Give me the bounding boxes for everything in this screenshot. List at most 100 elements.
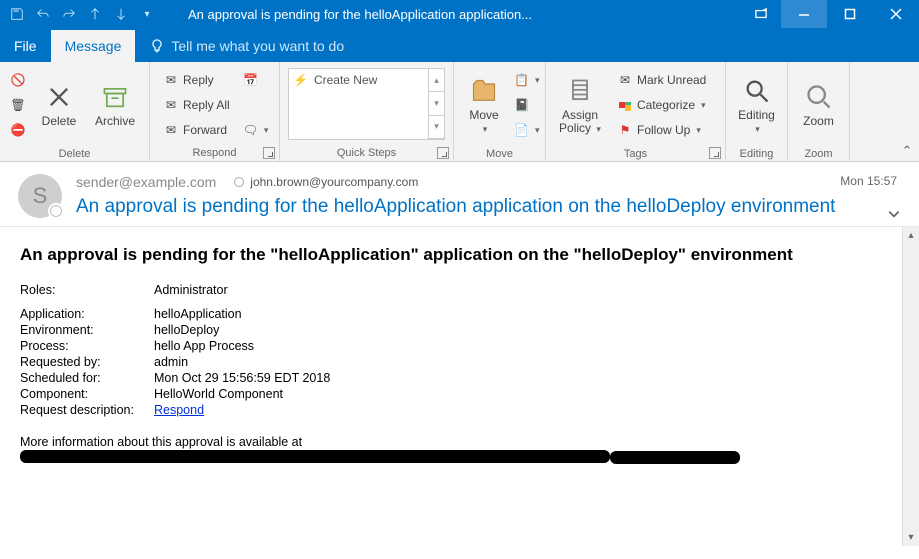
ribbon-group-move: Move▾ 📋▾ 📓 📄▾ Move — [454, 62, 546, 161]
req-value: admin — [154, 355, 188, 369]
next-icon[interactable] — [110, 3, 132, 25]
junk-button[interactable]: 🗑 — [6, 93, 30, 117]
categorize-icon — [617, 97, 633, 113]
block-button[interactable]: ⛔ — [6, 118, 30, 142]
redo-icon[interactable] — [58, 3, 80, 25]
reply-all-button[interactable]: ✉Reply All — [156, 93, 237, 117]
redacted-text — [610, 451, 740, 464]
scroll-up-icon[interactable]: ▴ — [903, 227, 919, 244]
ignore-icon: 🚫 — [10, 72, 26, 88]
gallery-down-icon[interactable]: ▾ — [429, 92, 444, 115]
tell-me-placeholder: Tell me what you want to do — [171, 38, 344, 54]
respond-launcher[interactable] — [263, 147, 275, 159]
lightbulb-icon — [149, 38, 165, 54]
archive-icon — [99, 81, 131, 113]
actions-icon: 📄 — [514, 122, 529, 138]
rules-icon: 📋 — [514, 72, 529, 88]
presence-icon — [234, 177, 244, 187]
gallery-up-icon[interactable]: ▴ — [429, 69, 444, 92]
message-subject: An approval is pending for the helloAppl… — [76, 196, 901, 218]
from-address: sender@example.com — [76, 174, 216, 190]
undo-icon[interactable] — [32, 3, 54, 25]
ignore-button[interactable]: 🚫 — [6, 68, 30, 92]
quick-steps-launcher[interactable] — [437, 147, 449, 159]
onenote-button[interactable]: 📓 — [510, 93, 538, 117]
junk-icon: 🗑 — [10, 97, 26, 113]
sender-avatar: S — [18, 174, 62, 218]
group-label-editing: Editing — [730, 146, 783, 162]
previous-icon[interactable] — [84, 3, 106, 25]
forward-icon: ✉ — [163, 122, 179, 138]
env-value: helloDeploy — [154, 323, 219, 337]
tags-launcher[interactable] — [709, 147, 721, 159]
req-label: Requested by: — [20, 355, 154, 369]
env-label: Environment: — [20, 323, 154, 337]
reply-button[interactable]: ✉Reply — [156, 68, 237, 92]
redacted-text — [20, 450, 610, 463]
group-label-move: Move — [458, 146, 541, 162]
to-recipient[interactable]: john.brown@yourcompany.com — [234, 175, 418, 189]
comp-label: Component: — [20, 387, 154, 401]
scroll-track[interactable] — [903, 244, 919, 529]
actions-button[interactable]: 📄▾ — [510, 118, 538, 142]
categorize-button[interactable]: Categorize▾ — [610, 93, 713, 117]
meeting-icon: 📅 — [243, 72, 259, 88]
forward-button[interactable]: ✉Forward — [156, 118, 237, 142]
title-bar: ▾ An approval is pending for the helloAp… — [0, 0, 919, 28]
ribbon-display-icon[interactable] — [741, 0, 781, 28]
delete-icon — [43, 81, 75, 113]
editing-button[interactable]: Editing▾ — [732, 66, 781, 144]
proc-label: Process: — [20, 339, 154, 353]
vertical-scrollbar[interactable]: ▴ ▾ — [902, 227, 919, 546]
assign-policy-icon — [564, 75, 596, 107]
collapse-ribbon-icon[interactable]: ⌃ — [899, 143, 915, 159]
app-value: helloApplication — [154, 307, 242, 321]
tab-message[interactable]: Message — [51, 30, 136, 62]
group-label-respond: Respond — [154, 145, 275, 161]
roles-label: Roles: — [20, 283, 154, 297]
minimize-button[interactable] — [781, 0, 827, 28]
lightning-icon: ⚡ — [293, 73, 308, 87]
group-label-delete: Delete — [4, 146, 145, 162]
mark-unread-icon: ✉ — [617, 72, 633, 88]
ribbon: 🚫 🗑 ⛔ Delete Archive Delete ✉Reply ✉Repl… — [0, 62, 919, 162]
close-button[interactable] — [873, 0, 919, 28]
window-controls — [741, 0, 919, 28]
roles-value: Administrator — [154, 283, 228, 297]
qat-customize-icon[interactable]: ▾ — [136, 3, 158, 25]
save-icon[interactable] — [6, 3, 28, 25]
scroll-down-icon[interactable]: ▾ — [903, 529, 919, 546]
expand-header-icon[interactable] — [887, 207, 901, 224]
message-body: An approval is pending for the "helloApp… — [0, 227, 902, 546]
block-icon: ⛔ — [10, 122, 26, 138]
message-date: Mon 15:57 — [840, 174, 897, 188]
mark-unread-button[interactable]: ✉Mark Unread — [610, 68, 713, 92]
move-button[interactable]: Move▾ — [460, 66, 508, 144]
ribbon-group-quick-steps: ⚡Create New ▴ ▾ ▾ Quick Steps — [280, 62, 454, 161]
delete-button[interactable]: Delete — [32, 66, 86, 144]
group-label-zoom: Zoom — [792, 146, 845, 162]
follow-up-button[interactable]: ⚑Follow Up▾ — [610, 118, 713, 142]
respond-link[interactable]: Respond — [154, 403, 204, 417]
zoom-button[interactable]: Zoom — [794, 66, 843, 144]
body-heading: An approval is pending for the "helloApp… — [20, 245, 882, 265]
group-label-tags: Tags — [550, 146, 721, 162]
assign-policy-button[interactable]: Assign Policy ▾ — [552, 66, 608, 144]
quick-steps-gallery[interactable]: ⚡Create New ▴ ▾ ▾ — [288, 68, 445, 140]
maximize-button[interactable] — [827, 0, 873, 28]
tell-me-search[interactable]: Tell me what you want to do — [135, 30, 919, 62]
proc-value: hello App Process — [154, 339, 254, 353]
tab-file[interactable]: File — [0, 30, 51, 62]
rules-button[interactable]: 📋▾ — [510, 68, 538, 92]
quick-access-toolbar: ▾ — [0, 3, 164, 25]
window-title: An approval is pending for the helloAppl… — [164, 7, 741, 22]
archive-button[interactable]: Archive — [88, 66, 142, 144]
more-respond-button[interactable]: 🗨▾ — [239, 118, 263, 142]
reply-icon: ✉ — [163, 72, 179, 88]
message-body-wrap: An approval is pending for the "helloApp… — [0, 227, 919, 546]
app-label: Application: — [20, 307, 154, 321]
move-folder-icon — [468, 75, 500, 107]
menu-bar: File Message Tell me what you want to do — [0, 28, 919, 62]
gallery-more-icon[interactable]: ▾ — [429, 116, 444, 139]
meeting-button[interactable]: 📅 — [239, 68, 263, 92]
